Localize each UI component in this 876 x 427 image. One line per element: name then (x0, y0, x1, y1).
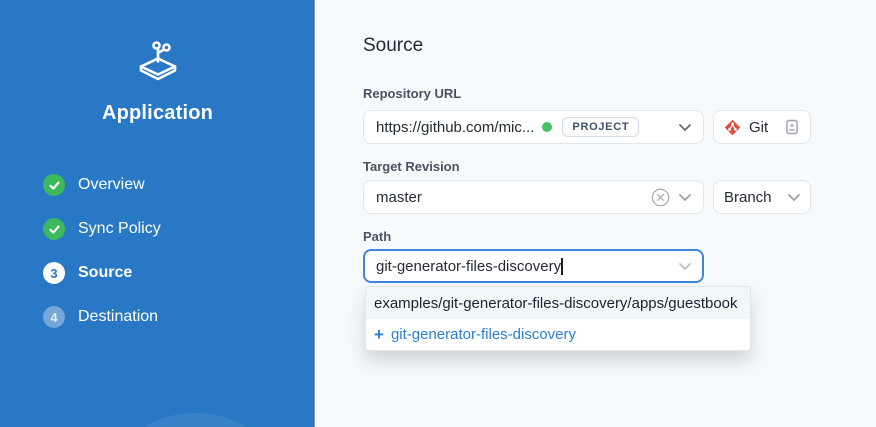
step-sync-policy[interactable]: Sync Policy (43, 217, 161, 241)
step-label: Source (78, 264, 132, 282)
repository-url-input[interactable]: https://github.com/mic... PROJECT (363, 110, 704, 144)
check-icon (43, 174, 65, 196)
repository-url-value: https://github.com/mic... (376, 119, 534, 136)
target-revision-value: master (376, 189, 422, 206)
sidebar-title: Application (0, 102, 315, 125)
repo-type-value: Git (749, 119, 768, 136)
repo-connected-dot (542, 122, 552, 132)
select-box-icon (784, 119, 800, 135)
path-create-option[interactable]: + git-generator-files-discovery (366, 319, 750, 350)
path-autocomplete-dropdown: examples/git-generator-files-discovery/a… (365, 286, 751, 351)
chevron-down-icon[interactable] (679, 194, 691, 201)
step-number-badge: 3 (43, 262, 65, 284)
path-option-guestbook[interactable]: examples/git-generator-files-discovery/a… (366, 287, 750, 319)
step-destination[interactable]: 4 Destination (43, 305, 161, 329)
repository-url-label: Repository URL (363, 86, 461, 101)
repo-type-select[interactable]: Git (713, 110, 811, 144)
chevron-down-icon[interactable] (679, 124, 691, 131)
step-label: Overview (78, 176, 145, 194)
target-revision-input[interactable]: master (363, 180, 704, 214)
chevron-down-icon (788, 194, 800, 201)
wizard-steps: Overview Sync Policy 3 Source 4 Destinat… (43, 173, 161, 349)
source-form-panel: Source Repository URL https://github.com… (316, 0, 876, 427)
check-icon (43, 218, 65, 240)
page-title: Source (363, 35, 423, 57)
step-number-badge: 4 (43, 306, 65, 328)
target-revision-label: Target Revision (363, 159, 460, 174)
step-source[interactable]: 3 Source (43, 261, 161, 285)
application-icon (0, 36, 315, 89)
step-overview[interactable]: Overview (43, 173, 161, 197)
text-cursor (561, 258, 563, 275)
plus-icon: + (374, 326, 384, 343)
step-label: Sync Policy (78, 220, 161, 238)
path-create-label: git-generator-files-discovery (391, 326, 576, 343)
chevron-down-icon[interactable] (679, 263, 691, 270)
path-label: Path (363, 229, 391, 244)
path-input[interactable]: git-generator-files-discovery (363, 249, 704, 283)
step-label: Destination (78, 308, 158, 326)
git-icon (724, 119, 741, 136)
path-value: git-generator-files-discovery (376, 258, 561, 275)
decorative-circle (95, 413, 295, 427)
application-wizard: Application Overview Sync Policy (0, 0, 876, 427)
revision-type-select[interactable]: Branch (713, 180, 811, 214)
wizard-sidebar: Application Overview Sync Policy (0, 0, 315, 427)
project-badge: PROJECT (562, 117, 639, 137)
clear-icon[interactable] (651, 188, 670, 207)
revision-type-value: Branch (724, 189, 772, 206)
